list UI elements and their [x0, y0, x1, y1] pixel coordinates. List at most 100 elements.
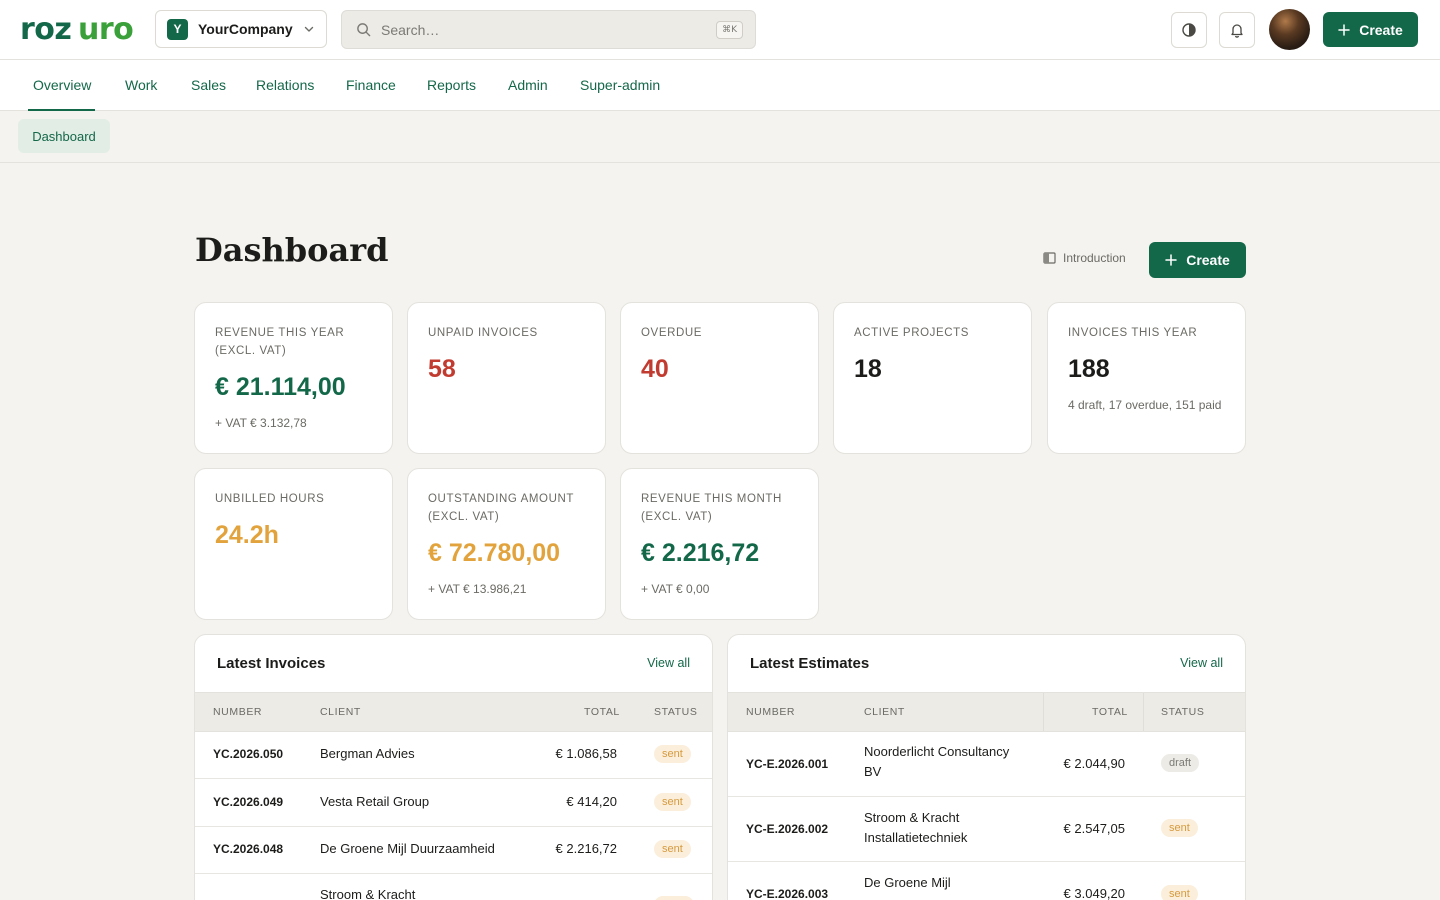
stat-card-unbilled-hours[interactable]: Unbilled hours 24.2h: [194, 468, 393, 620]
column-header-status[interactable]: Status: [1161, 706, 1204, 718]
stat-card-revenue-month[interactable]: Revenue this month (excl. VAT) € 2.216,7…: [620, 468, 819, 620]
latest-invoices-panel: Latest Invoices View all Number Client T…: [194, 634, 713, 900]
table-row[interactable]: YC.2026.048 De Groene Mijl Duurzaamheid …: [195, 827, 712, 874]
user-avatar[interactable]: [1269, 9, 1310, 50]
column-divider: [1043, 693, 1044, 731]
stat-label: Unbilled hours: [215, 493, 325, 505]
invoice-number: YC.2026.048: [213, 842, 284, 856]
stat-card-invoices-year[interactable]: Invoices this year 188 4 draft, 17 overd…: [1047, 302, 1246, 454]
company-switcher[interactable]: Y YourCompany: [155, 10, 327, 48]
table-row[interactable]: Stroom & Kracht: [195, 874, 712, 900]
top-bar: roz uro Y YourCompany Search… ⌘K Create: [0, 0, 1440, 60]
table-row[interactable]: YC.2026.050 Bergman Advies € 1.086,58 se…: [195, 732, 712, 779]
table-row[interactable]: YC-E.2026.003 De Groene Mijl € 3.049,20 …: [728, 862, 1245, 900]
bell-icon: [1231, 24, 1243, 38]
stat-sub: + VAT € 13.986,21: [428, 582, 527, 596]
invoice-client: Vesta Retail Group: [320, 794, 430, 809]
tab-work[interactable]: Work: [125, 60, 157, 111]
search-input[interactable]: Search… ⌘K: [341, 10, 756, 49]
table-row[interactable]: YC-E.2026.002 Stroom & Kracht Installati…: [728, 797, 1245, 862]
stat-label: Unpaid invoices: [428, 327, 538, 339]
estimate-number: YC-E.2026.002: [746, 822, 829, 836]
stat-value: € 21.114,00: [215, 373, 346, 401]
estimate-client-line1: De Groene Mijl: [864, 875, 951, 890]
column-header-total[interactable]: Total: [584, 706, 620, 718]
column-header-number[interactable]: Number: [746, 706, 795, 718]
status-badge: draft: [1161, 754, 1200, 772]
rozuro-logo[interactable]: roz uro: [20, 12, 142, 46]
column-header-client[interactable]: Client: [864, 706, 905, 718]
status-badge: sent: [654, 840, 691, 858]
search-placeholder: Search…: [381, 21, 440, 38]
tab-reports[interactable]: Reports: [427, 60, 476, 111]
estimate-client-line1: Stroom & Kracht: [864, 810, 960, 825]
page-title: Dashboard: [195, 231, 389, 269]
column-header-total[interactable]: Total: [1092, 706, 1128, 718]
status-badge: sent: [1161, 885, 1198, 900]
column-header-number[interactable]: Number: [213, 706, 262, 718]
status-badge: sent: [654, 793, 691, 811]
invoice-client: Stroom & Kracht: [320, 887, 416, 900]
invoice-number: YC.2026.050: [213, 747, 284, 761]
stat-sub: 4 draft, 17 overdue, 151 paid: [1068, 398, 1222, 412]
invoice-total: € 2.216,72: [555, 841, 617, 856]
tab-relations[interactable]: Relations: [256, 60, 314, 111]
estimate-number: YC-E.2026.001: [746, 757, 829, 771]
column-header-client[interactable]: Client: [320, 706, 361, 718]
introduction-link[interactable]: Introduction: [1043, 251, 1126, 265]
introduction-label: Introduction: [1063, 251, 1126, 265]
table-row[interactable]: YC-E.2026.001 Noorderlicht Consultancy B…: [728, 732, 1245, 797]
stat-card-outstanding-amount[interactable]: Outstanding amount (excl. VAT) € 72.780,…: [407, 468, 606, 620]
plus-icon: [1338, 23, 1350, 36]
estimate-client-line1: Noorderlicht Consultancy: [864, 744, 1010, 759]
page-create-button[interactable]: Create: [1149, 242, 1246, 278]
estimate-number: YC-E.2026.003: [746, 887, 829, 900]
estimates-view-all-link[interactable]: View all: [1180, 656, 1223, 670]
company-initial-badge: Y: [167, 18, 188, 40]
status-badge: sent: [1161, 819, 1198, 837]
stat-value: 24.2h: [215, 521, 279, 549]
stat-card-overdue[interactable]: Overdue 40: [620, 302, 819, 454]
company-name: YourCompany: [198, 21, 293, 37]
contrast-icon: [1182, 23, 1196, 37]
svg-text:uro: uro: [78, 12, 133, 46]
latest-estimates-title: Latest Estimates: [750, 655, 870, 672]
main-nav: Overview Work Sales Relations Finance Re…: [0, 60, 1440, 111]
tab-super-admin[interactable]: Super-admin: [580, 60, 660, 111]
estimate-total: € 2.044,90: [1063, 756, 1125, 771]
invoice-number: YC.2026.049: [213, 795, 284, 809]
column-divider: [1143, 693, 1144, 731]
stat-card-active-projects[interactable]: Active projects 18: [833, 302, 1032, 454]
tab-overview[interactable]: Overview: [27, 60, 96, 111]
table-row[interactable]: YC.2026.049 Vesta Retail Group € 414,20 …: [195, 779, 712, 827]
stat-label: Overdue: [641, 327, 703, 339]
stat-card-revenue-year[interactable]: Revenue this year (excl. VAT) € 21.114,0…: [194, 302, 393, 454]
tab-sales[interactable]: Sales: [191, 60, 226, 111]
column-header-status[interactable]: Status: [654, 706, 697, 718]
header-create-button[interactable]: Create: [1323, 12, 1418, 47]
tab-finance[interactable]: Finance: [346, 60, 396, 111]
stat-value: 18: [854, 355, 882, 383]
subnav-item-dashboard[interactable]: Dashboard: [18, 119, 110, 153]
chevron-down-icon: [304, 26, 314, 32]
notifications-button[interactable]: [1219, 12, 1255, 48]
invoices-view-all-link[interactable]: View all: [647, 656, 690, 670]
latest-invoices-title: Latest Invoices: [217, 655, 326, 672]
theme-toggle-button[interactable]: [1171, 12, 1207, 48]
estimate-total: € 3.049,20: [1063, 886, 1125, 900]
stat-value: € 2.216,72: [641, 539, 760, 567]
invoices-table-header: Number Client Total Status: [195, 692, 712, 732]
stat-label: Invoices this year: [1068, 327, 1198, 339]
stat-label: Outstanding amount (excl. VAT): [428, 493, 574, 523]
book-icon: [1043, 252, 1056, 264]
sub-nav: Dashboard: [0, 111, 1440, 163]
invoice-client: De Groene Mijl Duurzaamheid: [320, 841, 495, 856]
stat-label: Revenue this month (excl. VAT): [641, 493, 782, 523]
stat-label: Revenue this year (excl. VAT): [215, 327, 345, 357]
stat-value: 40: [641, 355, 669, 383]
stat-sub: + VAT € 3.132,78: [215, 416, 307, 430]
tab-admin[interactable]: Admin: [508, 60, 548, 111]
estimate-total: € 2.547,05: [1063, 821, 1125, 836]
stat-value: 188: [1068, 355, 1110, 383]
stat-card-unpaid-invoices[interactable]: Unpaid invoices 58: [407, 302, 606, 454]
